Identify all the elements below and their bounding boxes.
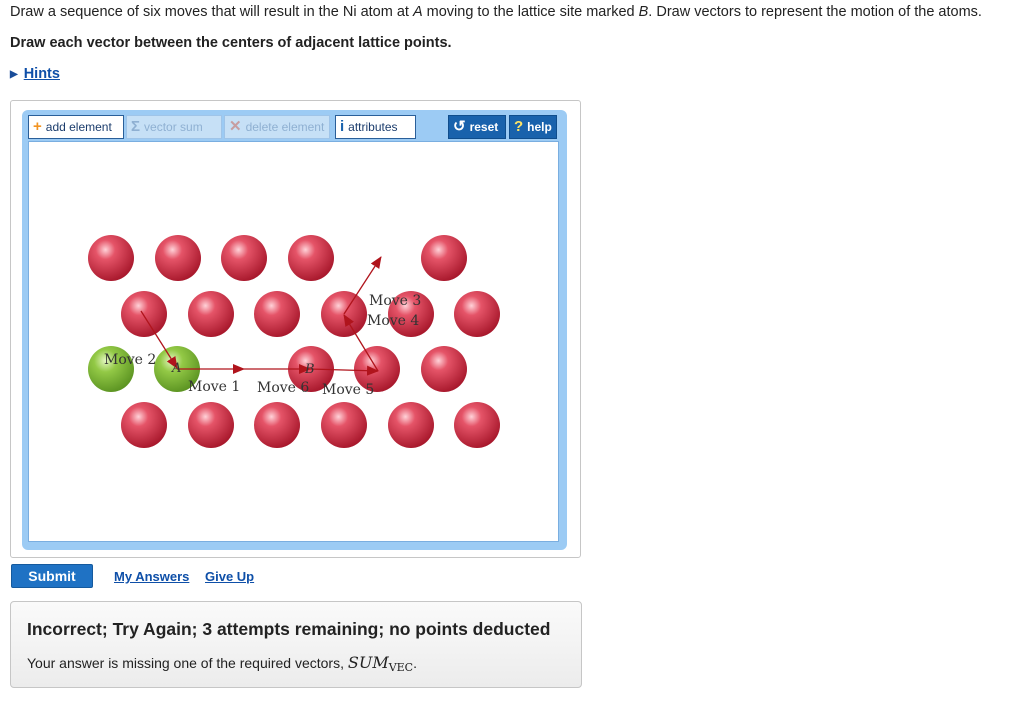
red-atom	[454, 402, 500, 448]
red-atom	[421, 346, 467, 392]
red-atom	[221, 235, 267, 281]
red-atom	[421, 235, 467, 281]
red-atom	[254, 402, 300, 448]
feedback-title: Incorrect; Try Again; 3 attempts remaini…	[27, 619, 551, 639]
red-atom	[321, 402, 367, 448]
red-atom	[288, 235, 334, 281]
red-atom	[254, 291, 300, 337]
sum-subscript: VEC	[388, 661, 414, 674]
site-b-label: B	[304, 362, 315, 377]
move-5-label: Move 5	[322, 382, 374, 398]
submit-button[interactable]: Submit	[11, 564, 93, 588]
site-a-label: A	[171, 361, 181, 376]
my-answers-link[interactable]: My Answers	[114, 569, 189, 584]
feedback-period: .	[413, 655, 417, 671]
sum-variable: SUM	[347, 653, 389, 672]
move-4-label: Move 4	[367, 313, 419, 329]
red-atom	[121, 291, 167, 337]
lattice-scene: Move 2 Move 1 Move 6 Move 5 Move 3 Move …	[88, 235, 500, 448]
give-up-link[interactable]: Give Up	[205, 569, 254, 584]
red-atom	[188, 402, 234, 448]
red-atom	[454, 291, 500, 337]
feedback-text: Your answer is missing one of the requir…	[27, 653, 417, 674]
red-atom	[155, 235, 201, 281]
feedback-message: Your answer is missing one of the requir…	[27, 655, 348, 671]
move-1-label: Move 1	[188, 379, 240, 395]
move-6-label: Move 6	[257, 380, 309, 396]
move-3-label: Move 3	[369, 293, 421, 309]
red-atom	[188, 291, 234, 337]
feedback-box	[10, 601, 582, 688]
move-2-label: Move 2	[104, 352, 156, 368]
red-atom	[88, 235, 134, 281]
red-atom	[388, 402, 434, 448]
red-atom	[121, 402, 167, 448]
